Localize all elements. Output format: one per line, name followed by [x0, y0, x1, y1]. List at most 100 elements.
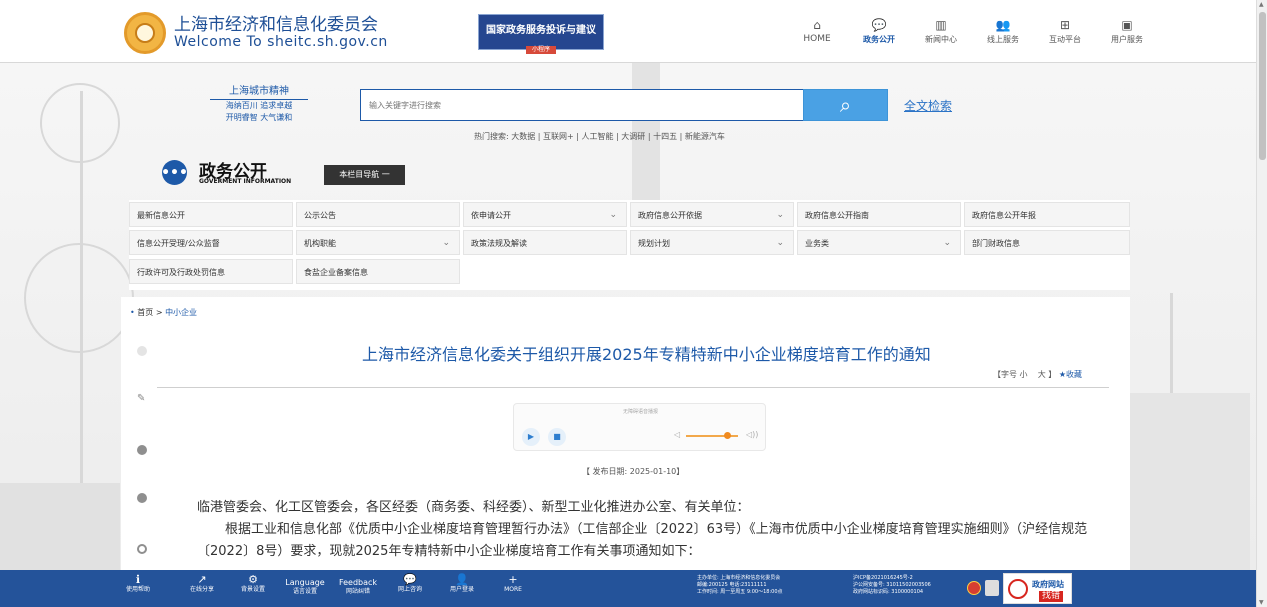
menu-disclosure-basis[interactable]: 政府信息公开依据 ⌄ — [630, 202, 794, 227]
scrollbar-thumb[interactable] — [1259, 12, 1266, 160]
site-title[interactable]: 上海市经济和信息化委员会 — [174, 16, 378, 34]
chevron-down-icon: ⌄ — [943, 238, 951, 248]
footer-feedback[interactable]: Feedback 网站纠错 — [337, 578, 379, 596]
chevron-down-icon: ⌄ — [609, 210, 617, 220]
menu-administrative-license[interactable]: 行政许可及行政处罚信息 — [129, 259, 293, 284]
menu-latest-info[interactable]: 最新信息公开 — [129, 202, 293, 227]
motto-line-1: 海纳百川 追求卓越 — [225, 101, 293, 110]
full-text-search-link[interactable]: 全文检索 — [904, 97, 952, 114]
footer-language[interactable]: Language 语言设置 — [284, 578, 326, 596]
menu-organization-functions[interactable]: 机构职能 ⌄ — [296, 230, 460, 255]
user-service-icon: ▣ — [1121, 18, 1133, 32]
error-badge-icon — [1008, 579, 1028, 599]
search-button[interactable]: ⌕ — [803, 89, 888, 121]
city-spirit-motto: 上海城市精神 海纳百川 追求卓越 开明睿智 大气谦和 — [210, 82, 308, 124]
stop-icon[interactable]: ■ — [548, 428, 566, 446]
error-badge-title: 政府网站 — [1032, 580, 1064, 589]
footer-help[interactable]: ℹ 使用帮助 — [117, 573, 159, 594]
hot-search-links[interactable]: 热门搜索: 大数据 | 互联网+ | 人工智能 | 大调研 | 十四五 | 新能… — [474, 131, 725, 142]
favorite-button[interactable]: ★收藏 — [1059, 370, 1082, 379]
menu-application-disclosure[interactable]: 依申请公开 ⌄ — [463, 202, 627, 227]
vertical-scrollbar[interactable]: ▲ ▼ — [1256, 0, 1267, 607]
government-info-menu: 最新信息公开 公示公告 依申请公开 ⌄ 政府信息公开依据 ⌄ 政府信息公开指南 政府… — [129, 200, 1130, 290]
motto-title: 上海城市精神 — [210, 82, 308, 100]
nav-government-info[interactable]: 💬 政务公开 — [848, 17, 910, 45]
footer-online-consultation[interactable]: 💬 网上咨询 — [389, 573, 431, 594]
nav-interactive-platform[interactable]: ⊞ 互动平台 — [1034, 17, 1096, 45]
breadcrumb-current[interactable]: 中小企业 — [165, 308, 197, 317]
column-navigation-button[interactable]: 本栏目导航 一 — [324, 165, 405, 185]
nav-home[interactable]: ⌂ HOME — [786, 17, 848, 45]
scroll-up-icon[interactable]: ▲ — [1259, 1, 1264, 8]
menu-annual-report[interactable]: 政府信息公开年报 — [964, 202, 1130, 227]
section-subtitle: GOVERMENT INFORMATION — [199, 178, 292, 185]
users-icon: 👥 — [995, 18, 1011, 32]
site-subtitle[interactable]: Welcome To sheitc.sh.gov.cn — [174, 34, 388, 50]
main-navigation: ⌂ HOME 💬 政务公开 ▥ 新闻中心 👥 线上服务 ⊞ 互动平台 ▣ 用户服务 — [786, 17, 1158, 45]
scroll-down-icon[interactable]: ▼ — [1259, 599, 1264, 606]
volume-slider-handle[interactable] — [724, 432, 731, 439]
article-title: 上海市经济信息化委关于组织开展2025年专精特新中小企业梯度培育工作的通知 — [362, 345, 931, 364]
menu-policy-regulations[interactable]: 政策法规及解读 — [463, 230, 627, 255]
chevron-down-icon: ⌄ — [776, 210, 784, 220]
book-icon: ▥ — [935, 18, 947, 32]
accessibility-icon[interactable] — [985, 580, 999, 596]
font-small-button[interactable]: 小 — [1020, 370, 1028, 379]
chat-bubble-icon: 💬 — [403, 573, 417, 586]
nav-news-center[interactable]: ▥ 新闻中心 — [910, 17, 972, 45]
menu-public-supervision[interactable]: 信息公开受理/公众监督 — [129, 230, 293, 255]
audio-reader: 无障碍语音播报 ▶ ■ ◁ ◁)) — [513, 403, 766, 451]
footer-more[interactable]: + MORE — [492, 573, 534, 594]
plus-icon: + — [508, 573, 518, 586]
breadcrumb-home[interactable]: 首页 — [137, 308, 153, 317]
search-input[interactable] — [360, 89, 804, 121]
publish-date: 【 发布日期: 2025-01-10】 — [582, 467, 685, 476]
article-body: 临港管委会、化工区管委会，各区经委（商务委、科经委）、新型工业化推进办公室、有关… — [197, 497, 1093, 563]
police-record-icon[interactable] — [967, 581, 981, 595]
circle-icon[interactable] — [137, 346, 147, 356]
menu-disclosure-guide[interactable]: 政府信息公开指南 — [797, 202, 961, 227]
volume-high-icon: ◁)) — [746, 430, 759, 439]
title-divider — [157, 387, 1109, 388]
menu-salt-enterprise[interactable]: 食盐企业备案信息 — [296, 259, 460, 284]
play-icon[interactable]: ▶ — [522, 428, 540, 446]
nav-user-services[interactable]: ▣ 用户服务 — [1096, 17, 1158, 45]
volume-low-icon: ◁ — [674, 430, 681, 439]
audio-status: 无障碍语音播报 — [622, 409, 658, 415]
footer-share[interactable]: ↗ 在线分享 — [181, 573, 223, 594]
chat-icon: 💬 — [871, 18, 887, 32]
footer-sponsor-info: 主办单位: 上海市经济和信息化委员会 邮编:200125 电话:23111111 工… — [697, 575, 783, 595]
chevron-down-icon: ⌄ — [442, 238, 450, 248]
article-paragraph: 临港管委会、化工区管委会，各区经委（商务委、科经委）、新型工业化推进办公室、有关… — [197, 500, 750, 515]
complaint-banner[interactable]: 国家政务服务投诉与建议 小程序 — [478, 14, 604, 54]
search-icon: ⌕ — [839, 93, 852, 117]
settings-icon: ⚙ — [248, 573, 258, 586]
complaint-banner-sub: 小程序 — [525, 46, 556, 54]
motto-line-2: 开明睿智 大气谦和 — [225, 113, 293, 122]
menu-public-notice[interactable]: 公示公告 — [296, 202, 460, 227]
download-icon[interactable] — [137, 544, 147, 554]
site-header: 上海市经济和信息化委员会 Welcome To sheitc.sh.gov.cn… — [0, 0, 1256, 63]
share-icon: ↗ — [197, 573, 207, 586]
footer-background-settings[interactable]: ⚙ 背景设置 — [232, 573, 274, 594]
complaint-banner-title: 国家政务服务投诉与建议 — [486, 25, 596, 36]
government-emblem-logo[interactable] — [124, 12, 166, 54]
home-icon: ⌂ — [813, 18, 821, 32]
footer-record-info: 沪ICP备2021016245号-2 沪公网安备号: 31011502003506… — [853, 575, 931, 595]
info-icon: ℹ — [135, 573, 141, 586]
article-paragraph: 根据工业和信息化部《优质中小企业梯度培育管理暂行办法》（工信部企业〔2022〕6… — [197, 522, 1088, 559]
grid-icon: ⊞ — [1059, 18, 1071, 32]
print-icon[interactable] — [137, 493, 147, 503]
menu-business-type[interactable]: 业务类 ⌄ — [797, 230, 961, 255]
government-site-error-button[interactable]: 政府网站 找错 — [1003, 573, 1072, 604]
footer-user-login[interactable]: 👤 用户登录 — [441, 573, 483, 594]
menu-department-finance[interactable]: 部门财政信息 — [964, 230, 1130, 255]
font-large-button[interactable]: 大 — [1038, 370, 1046, 379]
chat-bubble-icon: ••• — [161, 160, 188, 185]
chevron-down-icon: ⌄ — [776, 238, 784, 248]
edit-icon[interactable]: ✎ — [137, 394, 147, 404]
menu-planning[interactable]: 规划计划 ⌄ — [630, 230, 794, 255]
breadcrumb: • 首页 > 中小企业 — [130, 308, 198, 317]
nav-online-services[interactable]: 👥 线上服务 — [972, 17, 1034, 45]
share-icon[interactable] — [137, 445, 147, 455]
